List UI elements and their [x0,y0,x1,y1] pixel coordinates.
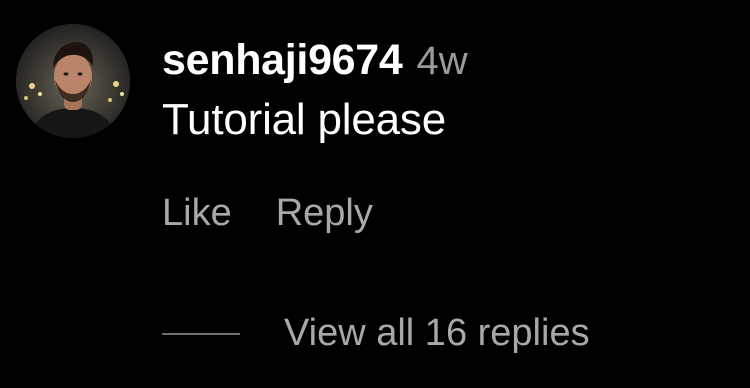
avatar[interactable] [16,24,130,138]
view-replies-button[interactable]: View all 16 replies [284,312,590,355]
user-avatar-photo [16,24,130,138]
replies-divider [162,332,240,335]
comment-text: Tutorial please [162,95,446,144]
comment-timestamp: 4w [416,39,468,83]
comment-actions: Like Reply [162,192,373,235]
comment-username[interactable]: senhaji9674 [162,36,403,85]
like-button[interactable]: Like [162,192,232,235]
reply-button[interactable]: Reply [276,192,373,235]
comment-body: senhaji9674 4w Tutorial please [162,36,730,145]
view-replies-row[interactable]: View all 16 replies [162,312,590,355]
comment-header: senhaji9674 4w [162,36,730,85]
